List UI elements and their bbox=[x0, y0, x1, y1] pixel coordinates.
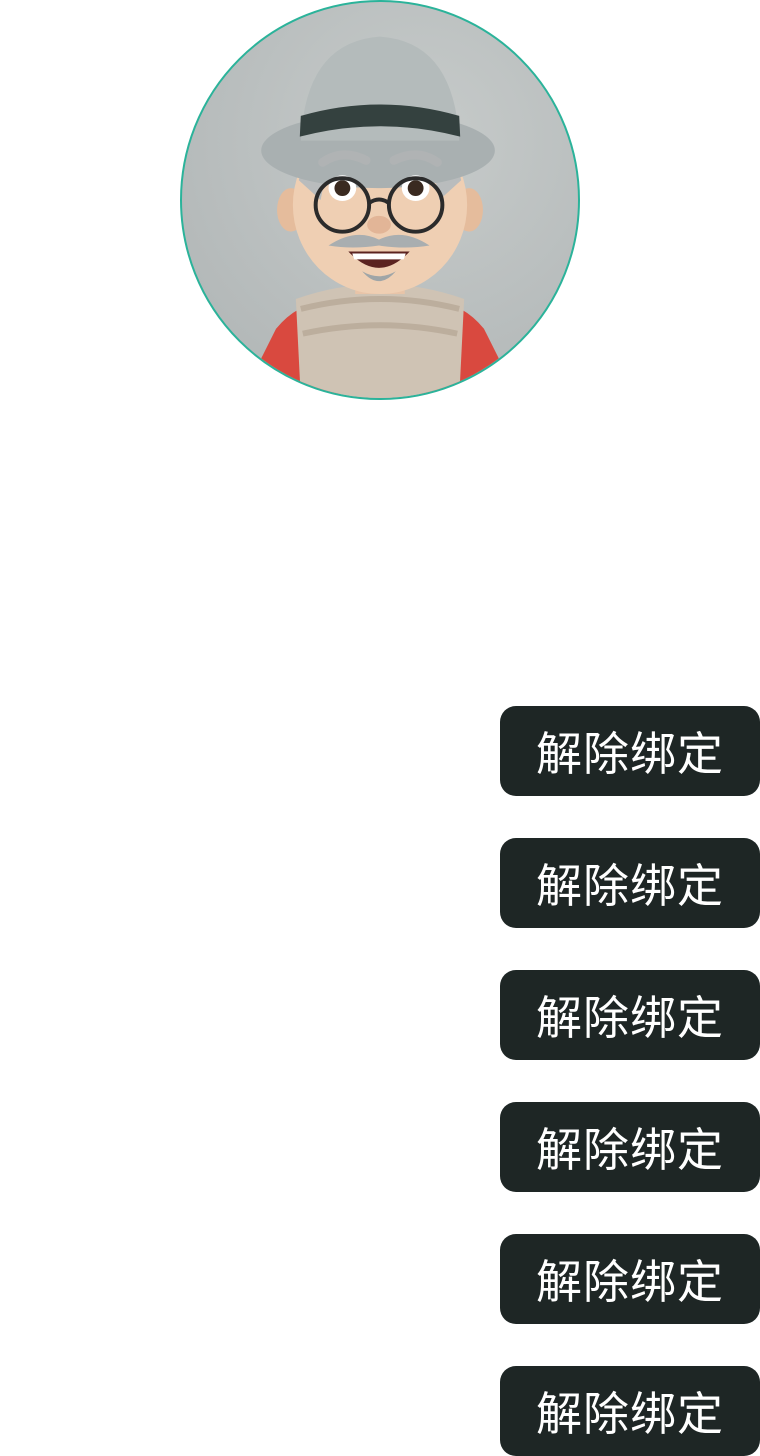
unbind-button-6[interactable]: 解除绑定 bbox=[500, 1366, 760, 1456]
unbind-button-label: 解除绑定 bbox=[536, 1387, 724, 1441]
unbind-button-label: 解除绑定 bbox=[536, 991, 724, 1045]
unbind-button-label: 解除绑定 bbox=[536, 1123, 724, 1177]
unbind-button-label: 解除绑定 bbox=[536, 859, 724, 913]
unbind-button-label: 解除绑定 bbox=[536, 727, 724, 781]
unbind-button-3[interactable]: 解除绑定 bbox=[500, 970, 760, 1060]
unbind-button-5[interactable]: 解除绑定 bbox=[500, 1234, 760, 1324]
unbind-button-2[interactable]: 解除绑定 bbox=[500, 838, 760, 928]
unbind-button-1[interactable]: 解除绑定 bbox=[500, 706, 760, 796]
avatar bbox=[180, 0, 580, 400]
memoji-illustration bbox=[241, 36, 519, 398]
unbind-button-label: 解除绑定 bbox=[536, 1255, 724, 1309]
unbind-button-4[interactable]: 解除绑定 bbox=[500, 1102, 760, 1192]
